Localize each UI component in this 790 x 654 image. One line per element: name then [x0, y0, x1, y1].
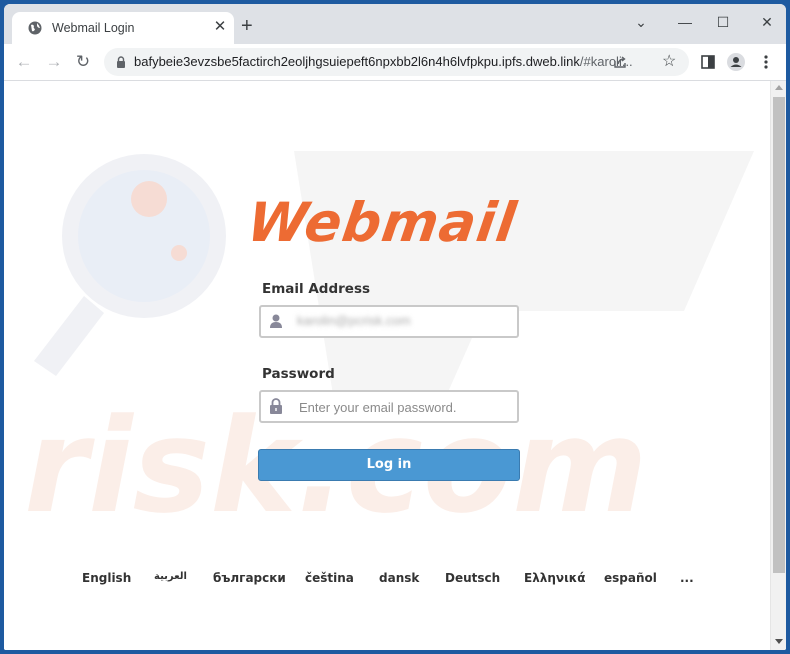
forward-button[interactable]: →: [44, 52, 64, 72]
login-button[interactable]: Log in: [258, 449, 520, 481]
more-languages-link[interactable]: ...: [680, 571, 694, 585]
browser-window: Webmail Login ✕ + ⌄ — ☐ ✕ ← → ↻ bafybeie…: [4, 4, 786, 650]
language-link[interactable]: Ελληνικά: [524, 571, 586, 585]
tab-search-icon[interactable]: ⌄: [626, 10, 656, 34]
bookmark-star-icon[interactable]: ☆: [662, 51, 676, 71]
watermark-graphic: risk.com: [24, 151, 754, 542]
scroll-down-arrow-icon[interactable]: [775, 639, 783, 644]
email-label: Email Address: [262, 281, 371, 297]
password-input[interactable]: [297, 396, 511, 418]
close-window-button[interactable]: ✕: [752, 10, 782, 34]
browser-toolbar: ← → ↻ bafybeie3evzsbe5factirch2eoljhgsui…: [4, 44, 786, 81]
page-content: risk.com Webmail Email Address karolin@p…: [4, 81, 770, 650]
address-bar[interactable]: bafybeie3evzsbe5factirch2eoljhgsuiepeft6…: [104, 48, 689, 76]
language-link[interactable]: español: [604, 571, 657, 585]
language-link[interactable]: English: [82, 571, 131, 585]
globe-icon: [28, 21, 42, 35]
password-field[interactable]: [259, 390, 519, 423]
tab-strip: Webmail Login ✕ + ⌄ — ☐ ✕: [4, 4, 786, 44]
reload-button[interactable]: ↻: [73, 52, 93, 72]
lock-icon[interactable]: [116, 56, 126, 68]
language-link[interactable]: العربية: [154, 571, 187, 582]
url-host: bafybeie3evzsbe5factirch2eoljhgsuiepeft6…: [134, 54, 580, 69]
language-link[interactable]: български: [213, 571, 286, 585]
close-tab-icon[interactable]: ✕: [211, 18, 229, 36]
user-icon: [270, 314, 282, 328]
share-icon[interactable]: [612, 54, 628, 70]
email-field[interactable]: karolin@pcrisk.com: [259, 305, 519, 338]
tab-title: Webmail Login: [52, 21, 135, 35]
language-link[interactable]: čeština: [305, 571, 354, 585]
language-link[interactable]: dansk: [379, 571, 419, 585]
padlock-icon: [270, 398, 282, 414]
back-button[interactable]: ←: [14, 52, 34, 72]
side-panel-icon[interactable]: [698, 52, 718, 72]
profile-icon[interactable]: [726, 52, 746, 72]
password-label: Password: [262, 366, 335, 382]
webmail-logo: Webmail: [243, 191, 521, 254]
language-link[interactable]: Deutsch: [445, 571, 500, 585]
menu-icon[interactable]: [756, 52, 776, 72]
email-value: karolin@pcrisk.com: [297, 313, 411, 328]
new-tab-button[interactable]: +: [241, 16, 253, 36]
minimize-button[interactable]: —: [670, 10, 700, 34]
vertical-scrollbar[interactable]: [770, 81, 786, 650]
url-text[interactable]: bafybeie3evzsbe5factirch2eoljhgsuiepeft6…: [134, 54, 633, 69]
language-list: English العربية български čeština dansk …: [4, 571, 770, 591]
scrollbar-thumb[interactable]: [773, 97, 785, 573]
tab-webmail-login[interactable]: Webmail Login ✕: [12, 12, 234, 44]
maximize-button[interactable]: ☐: [708, 10, 738, 34]
scroll-up-arrow-icon[interactable]: [775, 85, 783, 90]
